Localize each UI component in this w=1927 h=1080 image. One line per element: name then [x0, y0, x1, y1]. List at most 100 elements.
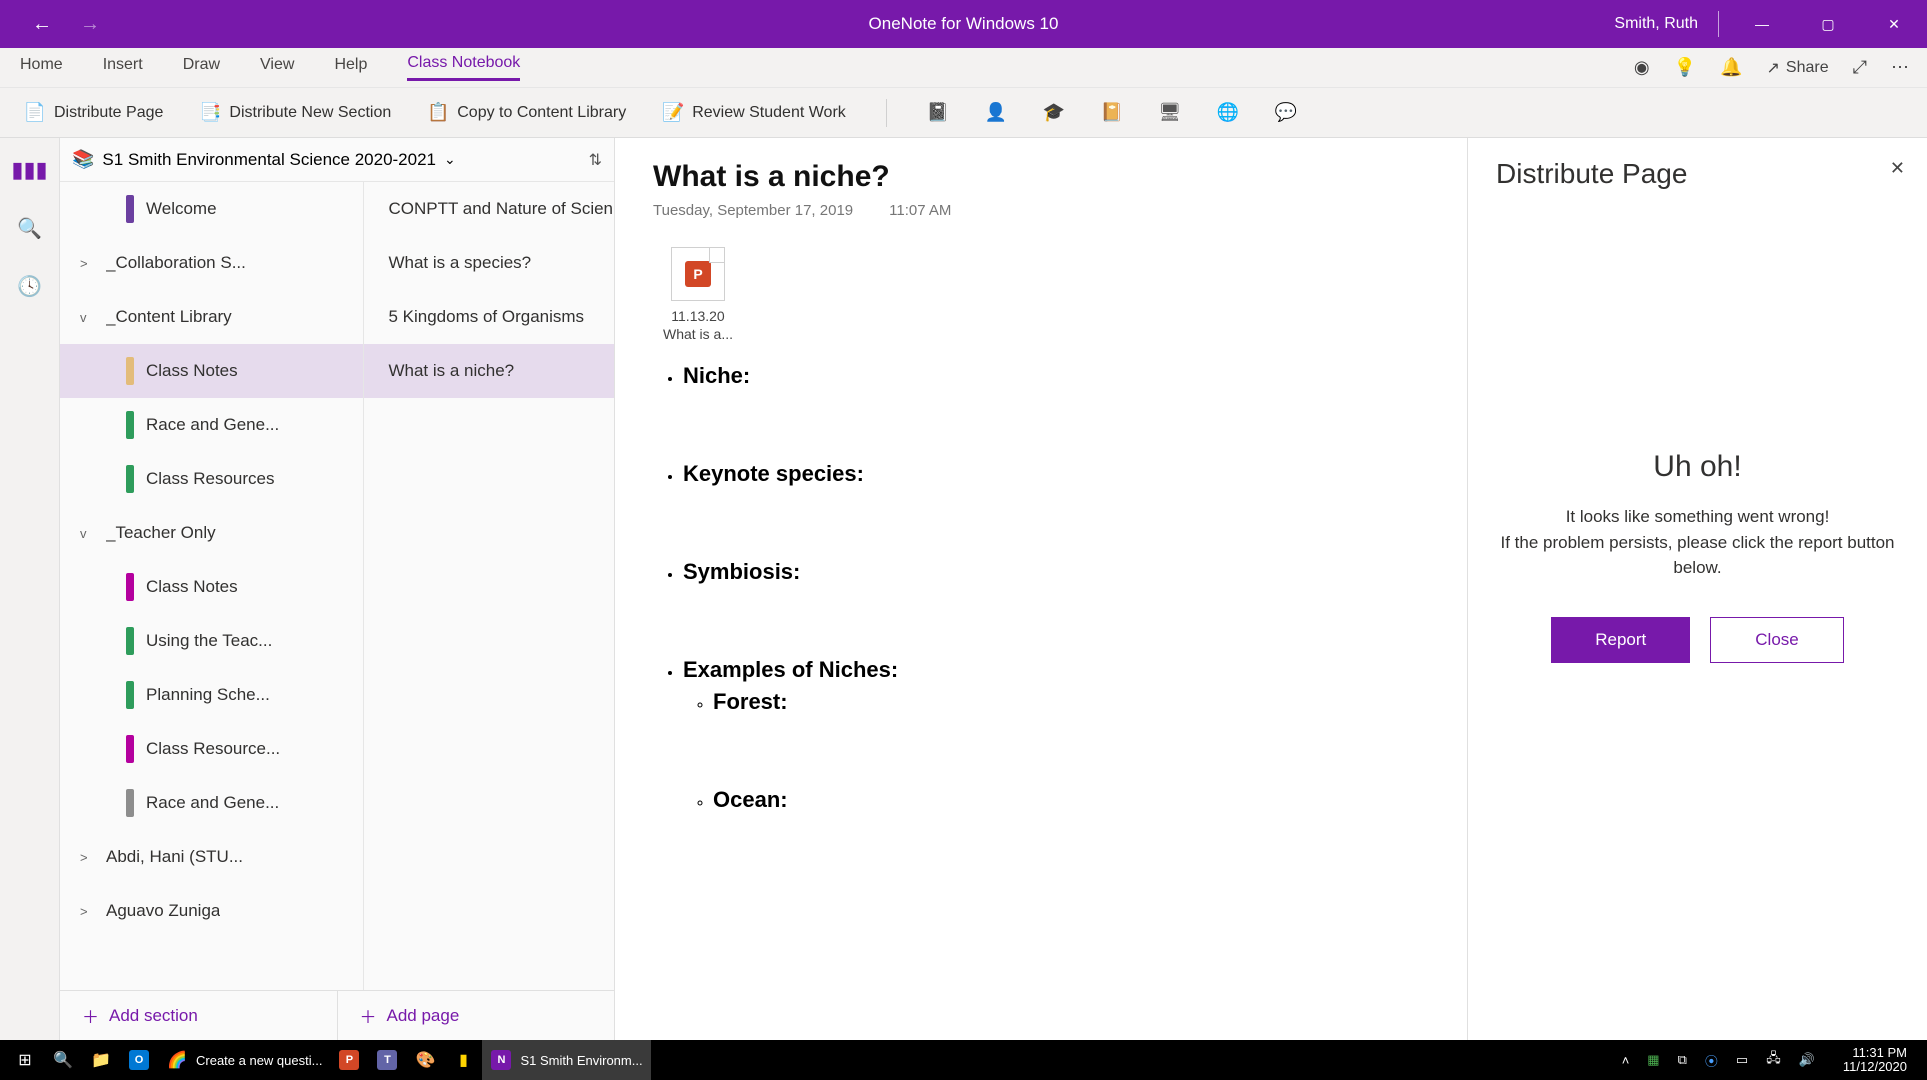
distribute-section-icon: 📑 — [199, 102, 221, 124]
distribute-page-button[interactable]: 📄Distribute Page — [24, 102, 163, 124]
system-tray[interactable]: ˄ ▦ ⧉ ⦿ ▭ 🖧 🔊 11:31 PM 11/12/2020 — [1622, 1046, 1921, 1075]
teacher-icon[interactable]: 🎓 — [1043, 102, 1065, 124]
section-group[interactable]: >Abdi, Hani (STU... — [60, 830, 363, 884]
tab-home[interactable]: Home — [20, 56, 63, 80]
tray-network-icon[interactable]: 🖧 — [1766, 1049, 1781, 1071]
powerpoint-icon[interactable]: P — [330, 1040, 368, 1080]
copy-library-icon: 📋 — [427, 102, 449, 124]
page-item[interactable]: What is a niche? — [364, 344, 614, 398]
paint-icon[interactable]: 🎨 — [406, 1040, 444, 1080]
minimize-button[interactable]: — — [1739, 0, 1785, 48]
powerpoint-icon: P — [671, 247, 725, 301]
user-name[interactable]: Smith, Ruth — [1614, 15, 1698, 33]
copy-library-label: Copy to Content Library — [457, 104, 626, 122]
professional-dev-icon[interactable]: 🌐 — [1217, 102, 1239, 124]
page-title[interactable]: What is a niche? — [653, 160, 1429, 194]
section-name: Abdi, Hani (STU... — [106, 847, 243, 867]
tray-volume-icon[interactable]: 🔊 — [1799, 1052, 1815, 1068]
add-page-button[interactable]: ＋ Add page — [337, 991, 615, 1040]
pane-close-button[interactable]: ✕ — [1890, 158, 1905, 179]
tab-view[interactable]: View — [260, 56, 294, 80]
search-rail-icon[interactable]: 🔍 — [12, 210, 48, 246]
page-body[interactable]: Niche: Keynote species: Symbiosis: Examp… — [653, 363, 1429, 813]
teams-icon[interactable]: T — [368, 1040, 406, 1080]
start-button[interactable]: ⊞ — [6, 1040, 44, 1080]
bullet-forest[interactable]: Forest: — [713, 689, 788, 714]
share-button[interactable]: ↗ Share — [1766, 58, 1828, 78]
tray-battery-icon[interactable]: ▭ — [1736, 1052, 1748, 1068]
back-button[interactable]: ← — [32, 13, 52, 36]
page-item[interactable]: CONPTT and Nature of Scien... — [364, 182, 614, 236]
sort-icon[interactable]: ⇅ — [589, 150, 602, 170]
section-name: Aguavo Zuniga — [106, 901, 220, 921]
tray-chevron-icon[interactable]: ˄ — [1622, 1053, 1630, 1068]
section-item[interactable]: Using the Teac... — [60, 614, 363, 668]
notifications-icon[interactable]: 🔔 — [1720, 57, 1742, 78]
more-icon[interactable]: ⋯ — [1891, 57, 1909, 78]
copy-library-button[interactable]: 📋 Copy to Content Library — [427, 102, 626, 124]
report-button[interactable]: Report — [1551, 617, 1690, 663]
section-color-tab — [126, 411, 134, 439]
maximize-button[interactable]: ▢ — [1805, 0, 1851, 48]
page-date: Tuesday, September 17, 2019 — [653, 202, 853, 219]
sync-status-icon[interactable]: ◉ — [1634, 57, 1650, 78]
forward-button[interactable]: → — [80, 13, 100, 36]
section-group[interactable]: >Aguavo Zuniga — [60, 884, 363, 938]
connections-icon[interactable]: 🖥 — [1159, 102, 1181, 124]
tab-insert[interactable]: Insert — [103, 56, 143, 80]
bullet-niche[interactable]: Niche: — [683, 363, 750, 388]
section-item[interactable]: Race and Gene... — [60, 398, 363, 452]
review-work-button[interactable]: 📝Review Student Work — [662, 102, 846, 124]
section-name: Race and Gene... — [146, 415, 279, 435]
taskbar-search-icon[interactable]: 🔍 — [44, 1040, 82, 1080]
sections-list: Welcome>_Collaboration S...v_Content Lib… — [60, 182, 364, 990]
notebooks-rail-icon[interactable]: ▮▮▮ — [12, 152, 48, 188]
close-button[interactable]: Close — [1710, 617, 1843, 663]
section-group[interactable]: v_Teacher Only — [60, 506, 363, 560]
recent-rail-icon[interactable]: 🕓 — [12, 268, 48, 304]
taskbar-clock[interactable]: 11:31 PM 11/12/2020 — [1833, 1046, 1917, 1075]
tray-dropbox-icon[interactable]: ⧉ — [1678, 1052, 1687, 1068]
close-window-button[interactable]: ✕ — [1871, 0, 1917, 48]
section-item[interactable]: Welcome — [60, 182, 363, 236]
tray-app-icon[interactable]: ⦿ — [1705, 1051, 1718, 1070]
distribute-section-button[interactable]: 📑Distribute New Section — [199, 102, 391, 124]
page-item[interactable]: 5 Kingdoms of Organisms — [364, 290, 614, 344]
section-group[interactable]: >_Collaboration S... — [60, 236, 363, 290]
page-canvas[interactable]: What is a niche? Tuesday, September 17, … — [615, 138, 1467, 1040]
section-item[interactable]: Race and Gene... — [60, 776, 363, 830]
tab-class-notebook[interactable]: Class Notebook — [407, 54, 520, 81]
add-bar: ＋ Add section ＋ Add page — [60, 990, 614, 1040]
powerpoint-attachment[interactable]: P 11.13.20What is a... — [653, 247, 743, 343]
sticky-notes-icon[interactable]: ▮ — [444, 1040, 482, 1080]
add-section-button[interactable]: ＋ Add section — [60, 991, 337, 1040]
navigation-pane: 📚 S1 Smith Environmental Science 2020-20… — [60, 138, 615, 1040]
fullscreen-icon[interactable]: ⤢ — [1853, 57, 1867, 78]
section-item[interactable]: Class Resource... — [60, 722, 363, 776]
lightbulb-icon[interactable]: 💡 — [1674, 57, 1696, 78]
bullet-keynote[interactable]: Keynote species: — [683, 461, 864, 486]
bullet-ocean[interactable]: Ocean: — [713, 787, 788, 812]
error-heading: Uh oh! — [1496, 450, 1899, 484]
bullet-symbiosis[interactable]: Symbiosis: — [683, 559, 800, 584]
bullet-examples[interactable]: Examples of Niches: — [683, 657, 898, 682]
section-group[interactable]: v_Content Library — [60, 290, 363, 344]
file-explorer-icon[interactable]: 📁 — [82, 1040, 120, 1080]
tray-security-icon[interactable]: ▦ — [1647, 1052, 1659, 1068]
outlook-icon[interactable]: O — [120, 1040, 158, 1080]
section-item[interactable]: Class Notes — [60, 344, 363, 398]
create-class-notebook-icon[interactable]: 📓 — [927, 102, 949, 124]
section-item[interactable]: Class Resources — [60, 452, 363, 506]
section-item[interactable]: Planning Sche... — [60, 668, 363, 722]
notebook-selector[interactable]: 📚 S1 Smith Environmental Science 2020-20… — [60, 138, 614, 182]
page-item[interactable]: What is a species? — [364, 236, 614, 290]
tab-help[interactable]: Help — [334, 56, 367, 80]
section-item[interactable]: Class Notes — [60, 560, 363, 614]
tab-draw[interactable]: Draw — [183, 56, 220, 80]
manage-notebooks-icon[interactable]: 📔 — [1101, 102, 1123, 124]
add-student-icon[interactable]: 👤 — [985, 102, 1007, 124]
chrome-taskbar-item[interactable]: 🌈Create a new questi... — [158, 1040, 330, 1080]
onenote-taskbar-item[interactable]: NS1 Smith Environm... — [482, 1040, 650, 1080]
review-work-label: Review Student Work — [692, 104, 846, 122]
feedback-icon[interactable]: 💬 — [1275, 102, 1297, 124]
